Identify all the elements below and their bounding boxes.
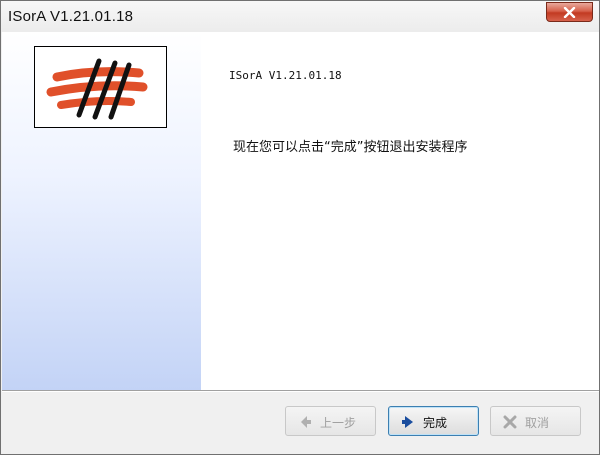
x-icon: [503, 415, 517, 429]
close-icon: [563, 7, 576, 18]
window-title: ISorA V1.21.01.18: [8, 8, 134, 25]
left-arrow-icon: [301, 416, 311, 428]
product-logo: [34, 46, 167, 128]
finish-button-label: 完成: [423, 416, 448, 430]
right-arrow-icon: [402, 416, 413, 428]
cancel-button-label: 取消: [525, 416, 550, 430]
cancel-button[interactable]: 取消: [490, 406, 581, 436]
close-button[interactable]: [546, 2, 593, 22]
sidebar-panel: [2, 32, 201, 390]
back-button[interactable]: 上一步: [285, 406, 376, 436]
back-button-label: 上一步: [320, 416, 357, 430]
finish-message: 现在您可以点击“完成”按钮退出安装程序: [233, 140, 468, 155]
footer-divider: [2, 390, 599, 392]
version-label: ISorA V1.21.01.18: [229, 69, 342, 82]
logo-graphic: [46, 58, 148, 120]
title-bar[interactable]: ISorA V1.21.01.18: [1, 1, 599, 32]
content-panel: ISorA V1.21.01.18 现在您可以点击“完成”按钮退出安装程序: [201, 32, 599, 390]
installer-window: ISorA V1.21.01.18 ISorA V1.21.01.18 现在您可…: [0, 0, 600, 455]
finish-button[interactable]: 完成: [388, 406, 479, 436]
